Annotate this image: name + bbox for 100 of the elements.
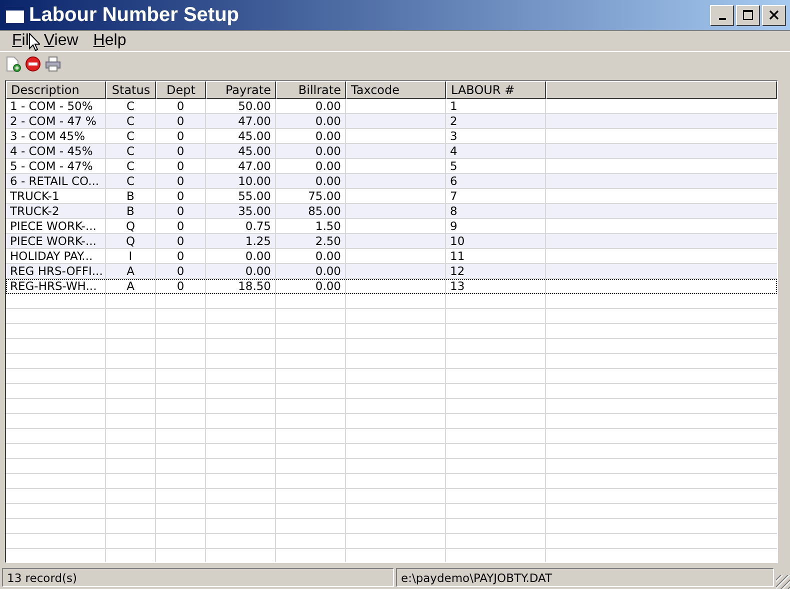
menu-item[interactable]: View [36, 32, 86, 50]
table-cell: 50.00 [206, 99, 276, 113]
table-cell: 0.00 [276, 144, 346, 158]
table-cell: REG-HRS-WH... [6, 279, 106, 293]
menu-item[interactable]: Help [85, 32, 134, 50]
table-cell: 7 [446, 189, 546, 203]
window-icon [5, 6, 25, 24]
column-header[interactable]: Billrate [276, 81, 346, 99]
maximize-icon [743, 10, 753, 20]
table-cell: 0 [156, 249, 206, 263]
table-row[interactable]: 6 - RETAIL CO... C 0 10.00 0.00 6 [6, 174, 777, 189]
table-cell: 0.00 [276, 159, 346, 173]
minimize-icon [718, 18, 726, 20]
table-cell: PIECE WORK-... [6, 234, 106, 248]
table-row[interactable]: PIECE WORK-... Q 0 1.25 2.50 10 [6, 234, 777, 249]
table-cell: 0 [156, 159, 206, 173]
table-cell: 2.50 [276, 234, 346, 248]
window-title: Labour Number Setup [29, 4, 240, 26]
table-cell: 12 [446, 264, 546, 278]
table-cell: 18.50 [206, 279, 276, 293]
table-cell: I [106, 249, 156, 263]
resize-grip-icon[interactable] [776, 575, 790, 589]
table-cell: 4 - COM - 45% [6, 144, 106, 158]
table-cell: 0.00 [276, 264, 346, 278]
table-cell: A [106, 279, 156, 293]
table-cell: HOLIDAY PAY... [6, 249, 106, 263]
table-cell: 0.00 [276, 279, 346, 293]
column-header[interactable]: LABOUR # [446, 81, 546, 99]
close-button[interactable] [762, 4, 786, 26]
table-cell: 0.00 [276, 114, 346, 128]
table-cell: 0 [156, 264, 206, 278]
minimize-button[interactable] [710, 4, 734, 26]
table-cell: 2 [446, 114, 546, 128]
table-cell: 0.00 [276, 174, 346, 188]
column-header[interactable]: Description [6, 81, 106, 99]
table-cell: 0 [156, 234, 206, 248]
table-cell: 1 - COM - 50% [6, 99, 106, 113]
table-cell: TRUCK-2 [6, 204, 106, 218]
print-icon[interactable] [45, 56, 61, 72]
table-cell: C [106, 129, 156, 143]
delete-icon[interactable] [25, 56, 41, 72]
table-cell: 45.00 [206, 144, 276, 158]
table-cell: 0 [156, 219, 206, 233]
table-cell: 0 [156, 114, 206, 128]
table-cell: 0 [156, 129, 206, 143]
table-cell: 10.00 [206, 174, 276, 188]
table-cell: TRUCK-1 [6, 189, 106, 203]
table-cell: 0 [156, 204, 206, 218]
table-cell: 55.00 [206, 189, 276, 203]
table-cell: 5 [446, 159, 546, 173]
table-row[interactable]: REG HRS-OFFI... A 0 0.00 0.00 12 [6, 264, 777, 279]
table-cell: 6 [446, 174, 546, 188]
table-cell: C [106, 99, 156, 113]
table-cell: A [106, 264, 156, 278]
table-cell: 1 [446, 99, 546, 113]
close-icon [769, 10, 779, 20]
table-cell: 1.50 [276, 219, 346, 233]
table-cell: 75.00 [276, 189, 346, 203]
table-row[interactable]: 2 - COM - 47 % C 0 47.00 0.00 2 [6, 114, 777, 129]
table-cell: 0.00 [276, 129, 346, 143]
maximize-button[interactable] [736, 4, 760, 26]
table-cell: REG HRS-OFFI... [6, 264, 106, 278]
table-cell: 0 [156, 279, 206, 293]
column-header[interactable]: Taxcode [346, 81, 446, 99]
table-cell: 4 [446, 144, 546, 158]
table-row[interactable]: REG-HRS-WH... A 0 18.50 0.00 13 [6, 279, 777, 294]
table-cell: 45.00 [206, 129, 276, 143]
table-cell: 0 [156, 189, 206, 203]
table-row[interactable]: 4 - COM - 45% C 0 45.00 0.00 4 [6, 144, 777, 159]
table-cell: 3 - COM 45% [6, 129, 106, 143]
table-cell: 6 - RETAIL CO... [6, 174, 106, 188]
table-cell: 1.25 [206, 234, 276, 248]
table-cell: C [106, 174, 156, 188]
table-cell: 0.00 [206, 264, 276, 278]
status-text: 13 record(s) [2, 568, 394, 586]
table-row[interactable]: TRUCK-2 B 0 35.00 85.00 8 [6, 204, 777, 219]
table-cell: C [106, 114, 156, 128]
table-cell: 35.00 [206, 204, 276, 218]
table-cell: PIECE WORK-... [6, 219, 106, 233]
new-document-icon[interactable] [5, 56, 21, 72]
table-cell: 11 [446, 249, 546, 263]
table-cell: 8 [446, 204, 546, 218]
table-cell: 0 [156, 174, 206, 188]
table-cell: 3 [446, 129, 546, 143]
status-text: e:\paydemo\PAYJOBTY.DAT [396, 568, 774, 586]
table-cell: 47.00 [206, 159, 276, 173]
table-cell: B [106, 189, 156, 203]
table-cell: Q [106, 219, 156, 233]
column-header[interactable]: Payrate [206, 81, 276, 99]
table-cell: 9 [446, 219, 546, 233]
table-cell: 2 - COM - 47 % [6, 114, 106, 128]
table-cell: 0 [156, 144, 206, 158]
column-header[interactable]: Status [106, 81, 156, 99]
table-cell: 0.75 [206, 219, 276, 233]
table-cell: B [106, 204, 156, 218]
column-header[interactable]: Dept [156, 81, 206, 99]
table-cell: 0.00 [206, 249, 276, 263]
table-cell: 0 [156, 99, 206, 113]
table-cell: 13 [446, 279, 546, 293]
table-cell: 5 - COM - 47% [6, 159, 106, 173]
